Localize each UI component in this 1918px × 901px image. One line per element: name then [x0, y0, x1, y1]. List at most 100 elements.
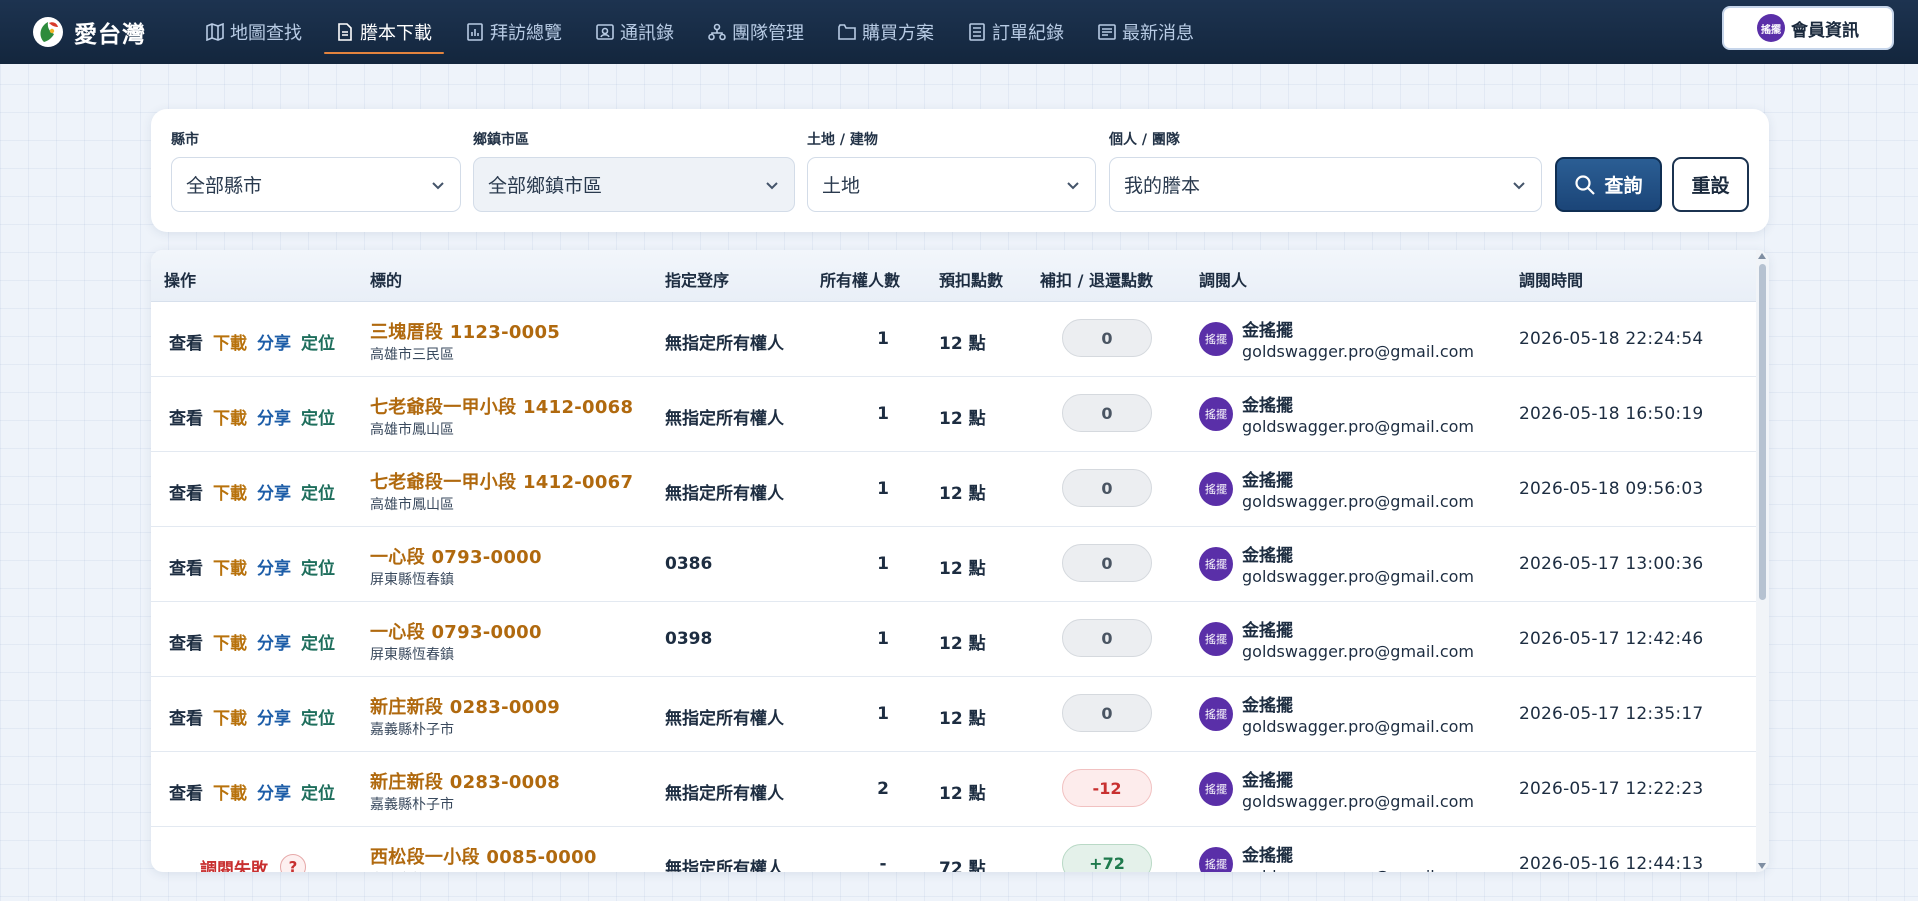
reserved-points: 12 點 [939, 559, 986, 579]
nav-item-contacts[interactable]: 通訊錄 [584, 12, 686, 52]
adjust-points-badge: 0 [1062, 694, 1152, 732]
row-actions: 查看 下載 分享 定位 [169, 329, 345, 354]
owner-count: 1 [877, 554, 889, 574]
table-scrollbar[interactable] [1756, 250, 1769, 872]
owner-count: 2 [877, 779, 889, 799]
target-district: 高雄市鳳山區 [370, 497, 454, 513]
view-link[interactable]: 查看 [169, 559, 203, 579]
locate-link[interactable]: 定位 [301, 409, 335, 429]
nav-item-label: 謄本下載 [360, 23, 432, 44]
chevron-down-icon [766, 182, 778, 190]
requester-name: 金搖擺 [1242, 846, 1293, 866]
share-link[interactable]: 分享 [257, 484, 291, 504]
target-title[interactable]: 三塊厝段 1123-0005 [370, 318, 560, 344]
table-row: 查看 下載 分享 定位 新庄新段 0283-0008 嘉義縣朴子市 無指定所有權人 2 12 點… [151, 752, 1756, 827]
row-actions: 查看 下載 分享 定位 [169, 704, 345, 729]
owner-count: 1 [877, 329, 889, 349]
view-link[interactable]: 查看 [169, 484, 203, 504]
land-building-select[interactable]: 土地 [807, 157, 1096, 212]
target-title[interactable]: 新庄新段 0283-0008 [370, 768, 560, 794]
list-icon [969, 23, 985, 41]
share-link[interactable]: 分享 [257, 409, 291, 429]
locate-link[interactable]: 定位 [301, 559, 335, 579]
scroll-down-arrow-icon[interactable] [1758, 863, 1766, 869]
download-link[interactable]: 下載 [213, 334, 247, 354]
locate-link[interactable]: 定位 [301, 484, 335, 504]
locate-link[interactable]: 定位 [301, 709, 335, 729]
view-link[interactable]: 查看 [169, 784, 203, 804]
district-label: 鄉鎮市區 [473, 132, 529, 148]
share-link[interactable]: 分享 [257, 709, 291, 729]
view-link[interactable]: 查看 [169, 634, 203, 654]
avatar: 搖擺 [1757, 14, 1785, 42]
target-title[interactable]: 一心段 0793-0000 [370, 618, 542, 644]
requester-name: 金搖擺 [1242, 546, 1293, 566]
header-points: 預扣點數 [939, 271, 1004, 290]
county-select[interactable]: 全部縣市 [171, 157, 461, 212]
view-link[interactable]: 查看 [169, 409, 203, 429]
avatar: 搖擺 [1199, 472, 1233, 506]
query-button[interactable]: 查詢 [1555, 157, 1662, 212]
target-title[interactable]: 新庄新段 0283-0009 [370, 693, 560, 719]
brand[interactable]: 愛台灣 [30, 14, 180, 50]
nav-item-transcript-download[interactable]: 謄本下載 [324, 12, 444, 54]
download-link[interactable]: 下載 [213, 709, 247, 729]
district-select[interactable]: 全部鄉鎮市區 [473, 157, 795, 212]
nav-item-order-records[interactable]: 訂單紀錄 [956, 12, 1076, 52]
download-link[interactable]: 下載 [213, 559, 247, 579]
view-link[interactable]: 查看 [169, 709, 203, 729]
scope-select[interactable]: 我的謄本 [1109, 157, 1542, 212]
reset-button[interactable]: 重設 [1672, 157, 1749, 212]
requester-email: goldswagger.pro@gmail.com [1242, 342, 1474, 361]
news-icon [1098, 24, 1116, 40]
nav-item-map-search[interactable]: 地圖查找 [194, 12, 314, 52]
avatar: 搖擺 [1199, 397, 1233, 431]
adjust-points-badge: 0 [1062, 469, 1152, 507]
owner-spec: 無指定所有權人 [665, 334, 784, 354]
share-link[interactable]: 分享 [257, 334, 291, 354]
owner-count: 1 [877, 479, 889, 499]
team-icon [708, 23, 726, 41]
nav-item-team-management[interactable]: 團隊管理 [696, 12, 816, 52]
row-actions: 查看 下載 分享 定位 [169, 629, 345, 654]
avatar: 搖擺 [1199, 322, 1233, 356]
nav-item-label: 最新消息 [1122, 23, 1194, 44]
scroll-up-arrow-icon[interactable] [1758, 253, 1766, 259]
download-link[interactable]: 下載 [213, 784, 247, 804]
target-title[interactable]: 西松段一小段 0085-0000 [370, 843, 597, 869]
nav-item-latest-news[interactable]: 最新消息 [1086, 12, 1206, 52]
share-link[interactable]: 分享 [257, 634, 291, 654]
adjust-points-badge: -12 [1062, 769, 1152, 807]
nav-item-visit-overview[interactable]: 拜訪總覽 [454, 12, 574, 52]
member-info-button[interactable]: 搖擺 會員資訊 [1722, 6, 1894, 50]
target-district: 屏東縣恆春鎮 [370, 572, 454, 588]
locate-link[interactable]: 定位 [301, 634, 335, 654]
download-link[interactable]: 下載 [213, 484, 247, 504]
table-row: 查看 下載 分享 定位 三塊厝段 1123-0005 高雄市三民區 無指定所有權人 1 12 點… [151, 302, 1756, 377]
requester-email: goldswagger.pro@gmail.com [1242, 492, 1474, 511]
view-link[interactable]: 查看 [169, 334, 203, 354]
scroll-thumb[interactable] [1759, 264, 1766, 600]
share-link[interactable]: 分享 [257, 784, 291, 804]
reserved-points: 12 點 [939, 634, 986, 654]
brand-name: 愛台灣 [74, 22, 146, 48]
nav-item-purchase-plans[interactable]: 購買方案 [826, 12, 946, 52]
query-label: 查詢 [1604, 175, 1643, 197]
download-link[interactable]: 下載 [213, 634, 247, 654]
reserved-points: 12 點 [939, 484, 986, 504]
brand-logo-icon [33, 17, 63, 47]
requester-email: goldswagger.pro@gmail.com [1242, 867, 1474, 872]
locate-link[interactable]: 定位 [301, 784, 335, 804]
locate-link[interactable]: 定位 [301, 334, 335, 354]
download-link[interactable]: 下載 [213, 409, 247, 429]
header-owner-count: 所有權人數 [820, 271, 901, 290]
avatar: 搖擺 [1199, 772, 1233, 806]
help-icon[interactable]: ? [280, 854, 306, 872]
share-link[interactable]: 分享 [257, 559, 291, 579]
district-filter: 鄉鎮市區 全部鄉鎮市區 [473, 129, 795, 212]
target-title[interactable]: 一心段 0793-0000 [370, 543, 542, 569]
fail-label: 調閱失敗 [200, 859, 268, 873]
target-title[interactable]: 七老爺段一甲小段 1412-0067 [370, 468, 633, 494]
target-title[interactable]: 七老爺段一甲小段 1412-0068 [370, 393, 633, 419]
request-time: 2026-05-17 12:22:23 [1519, 779, 1704, 799]
